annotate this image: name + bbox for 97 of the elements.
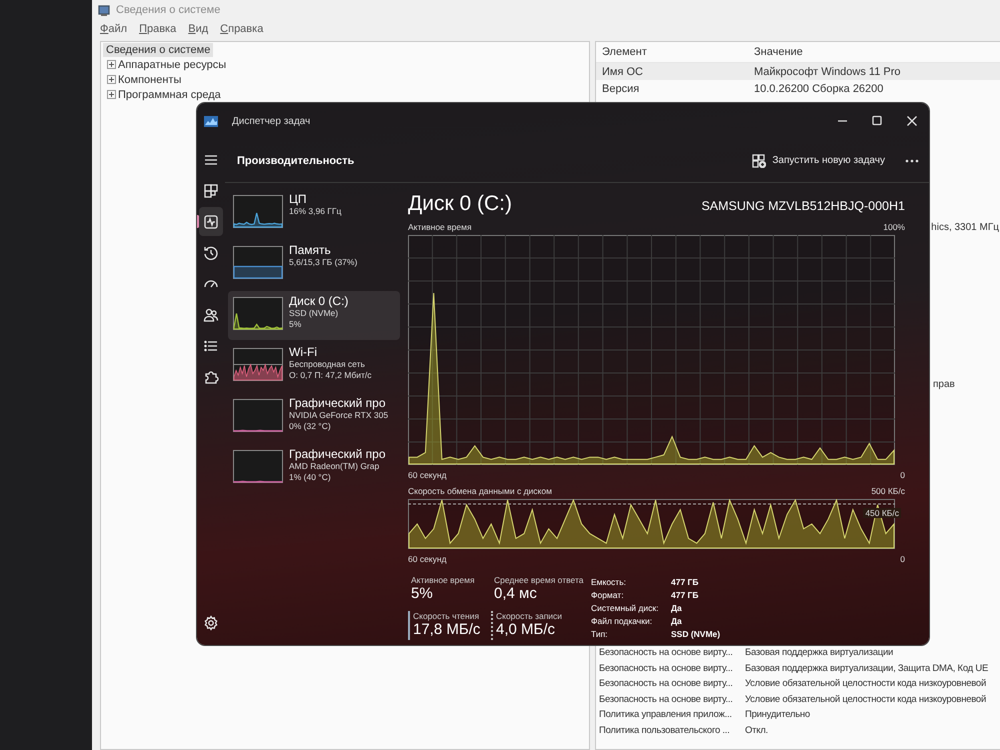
table-cell: Откл. <box>745 724 768 736</box>
device-item[interactable]: Диск 0 (C:) SSD (NVMe) 5% <box>228 291 400 340</box>
usage-graph <box>233 348 283 381</box>
table-cell-text: Безопасность на основе вирту... <box>598 647 734 658</box>
table-cell: 10.0.26200 Сборка 26200 <box>754 82 884 94</box>
device-detail: 5,6/15,3 ГБ (37%) <box>289 257 358 268</box>
device-detail: 5% <box>289 319 302 330</box>
table-cell: Условие обязательной целостности кода низкоуровневой <box>745 694 986 705</box>
chart-label: Скорость обмена данными с диском <box>408 486 552 497</box>
table-cell-text: Политика управления прилож... <box>598 709 733 720</box>
device-detail: AMD Radeon(TM) Grap <box>289 461 380 472</box>
more-icon[interactable] <box>905 158 919 162</box>
device-detail: 1% (40 °C) <box>289 472 332 483</box>
device-item[interactable]: Память 5,6/15,3 ГБ (37%) <box>228 240 400 289</box>
table-cell: Майкрософт Windows 11 Pro <box>754 66 901 78</box>
app-icon <box>204 116 218 126</box>
axis-label: 450 КБ/с <box>863 508 901 518</box>
disk-model: SAMSUNG MZVLB512HBJQ-000H1 <box>701 199 905 213</box>
table-cell: hics, 3301 МГц <box>931 222 999 233</box>
table-cell-text: Версия <box>601 82 640 94</box>
disk-title: Диск 0 (C:) <box>408 192 512 216</box>
stat-label: Активное время <box>411 575 476 585</box>
usage-graph <box>233 297 283 330</box>
axis-label: 60 секунд <box>408 470 447 481</box>
stat-value: 0,4 мс <box>494 585 538 602</box>
device-detail: 0% (32 °C) <box>289 421 332 432</box>
column-header[interactable]: Значение <box>754 46 803 58</box>
menu-item[interactable]: Правка <box>139 23 176 35</box>
device-detail: Беспроводная сеть <box>289 359 366 370</box>
tree-item[interactable]: Компоненты <box>118 74 182 86</box>
property-value: SSD (NVMe) <box>671 628 720 640</box>
menu-item[interactable]: Вид <box>188 23 208 35</box>
table-cell-text: Политика пользовательского ... <box>598 724 731 736</box>
page-title: Производительность <box>237 154 356 166</box>
table-cell-text: Безопасность на основе вирту... <box>598 662 734 674</box>
table-cell-text: Безопасность на основе вирту... <box>598 694 734 705</box>
table-cell-text: Имя ОС <box>601 66 644 78</box>
property-value: 477 ГБ <box>671 576 700 588</box>
device-item[interactable]: Графический про NVIDIA GeForce RTX 305 0% (32 °C) <box>228 393 400 442</box>
table-cell: прав <box>933 379 955 390</box>
device-detail: NVIDIA GeForce RTX 305 <box>289 410 388 421</box>
stat-value: 5% <box>411 585 434 602</box>
menu-item[interactable]: Файл <box>100 23 128 35</box>
device-name: ЦП <box>289 192 308 206</box>
table-cell-text: Безопасность на основе вирту... <box>598 678 734 690</box>
device-name: Графический про <box>289 396 387 410</box>
stat-label: Среднее время ответа <box>494 575 584 585</box>
axis-label: 0 <box>900 470 905 481</box>
expand-icon[interactable] <box>107 90 116 99</box>
property-label: Емкость: <box>591 576 627 588</box>
property-label: Тип: <box>591 628 609 640</box>
table-cell: Условие обязательной целостности кода низкоуровневой <box>745 678 986 690</box>
axis-label: 0 <box>900 554 905 565</box>
property-value: 477 ГБ <box>671 589 700 601</box>
device-detail: О: 0,7 П: 47,2 Мбит/с <box>289 370 372 381</box>
tree-item[interactable]: Аппаратные ресурсы <box>118 58 226 70</box>
menu-item[interactable]: Справка <box>220 23 264 35</box>
window-title: Диспетчер задач <box>232 116 312 126</box>
axis-label: 100% <box>883 222 905 233</box>
property-label: Системный диск: <box>591 602 660 614</box>
table-cell: Базовая поддержка виртуализации, Защита DMA, Код UE <box>745 662 988 674</box>
property-label: Формат: <box>591 589 625 601</box>
device-detail: SSD (NVMe) <box>289 308 340 319</box>
device-detail: 16% 3,96 ГГц <box>289 206 342 217</box>
tree-item[interactable]: Программная среда <box>118 88 221 100</box>
axis-label: 60 секунд <box>408 554 447 565</box>
expand-icon[interactable] <box>107 60 116 69</box>
tree-item[interactable]: Сведения о системе <box>103 43 214 57</box>
device-name: Диск 0 (C:) <box>289 294 348 308</box>
table-cell: Принудительно <box>745 709 810 720</box>
usage-graph <box>233 195 283 228</box>
usage-graph <box>233 246 283 279</box>
usage-graph <box>233 399 283 432</box>
stat-value: 4,0 МБ/с <box>496 620 556 638</box>
property-value: Да <box>671 602 683 614</box>
device-item[interactable]: ЦП 16% 3,96 ГГц <box>228 189 400 238</box>
device-name: Память <box>289 243 332 257</box>
device-item[interactable]: Wi-Fi Беспроводная сеть О: 0,7 П: 47,2 Мбит/с <box>228 342 400 391</box>
app-icon <box>98 4 110 16</box>
device-name: Wi-Fi <box>289 345 318 359</box>
property-value: Да <box>671 615 683 627</box>
window-title: Сведения о системе <box>116 4 220 16</box>
stat-value: 17,8 МБ/с <box>413 620 482 638</box>
table-cell: Базовая поддержка виртуализации <box>745 647 894 658</box>
chart-label: Активное время <box>408 222 472 233</box>
device-item[interactable]: Графический про AMD Radeon(TM) Grap 1% (40 °C) <box>228 444 400 493</box>
device-name: Графический про <box>289 447 386 461</box>
grid-plus-icon <box>752 154 766 168</box>
column-header[interactable]: Элемент <box>596 46 754 58</box>
property-label: Файл подкачки: <box>591 615 654 627</box>
stat-label: Скорость чтения <box>413 610 480 620</box>
stat-label: Скорость записи <box>496 610 564 620</box>
usage-graph <box>233 450 283 483</box>
pulse-chart-icon[interactable] <box>199 207 223 236</box>
axis-label: 500 КБ/с <box>871 486 905 497</box>
new-task-button[interactable]: Запустить новую задачу <box>746 150 891 170</box>
expand-icon[interactable] <box>107 75 116 84</box>
